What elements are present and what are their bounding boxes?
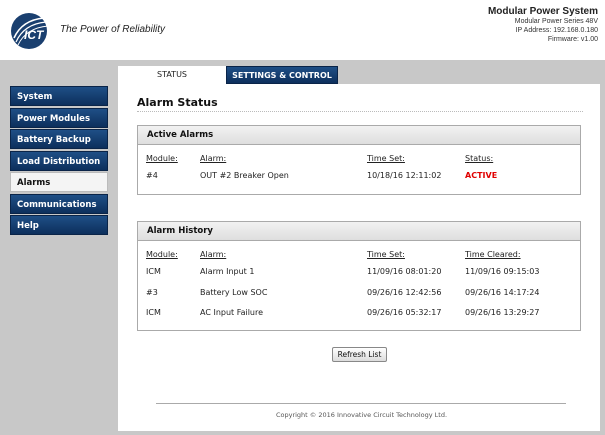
sidebar-item-communications[interactable]: Communications — [10, 193, 108, 214]
sidebar-item-battery-backup[interactable]: Battery Backup — [10, 129, 108, 149]
history-col-time-cleared: Time Cleared: — [465, 250, 521, 259]
history-row-time: 09/26/16 05:32:17 — [367, 308, 442, 317]
history-row-alarm: Battery Low SOC — [200, 288, 268, 297]
history-col-time-set: Time Set: — [367, 250, 405, 259]
history-row-module: ICM — [146, 308, 161, 317]
history-col-module: Module: — [146, 250, 178, 259]
tagline: The Power of Reliability — [60, 24, 166, 35]
ict-logo-icon: ICT — [11, 13, 49, 49]
status-badge: ACTIVE — [465, 171, 498, 180]
active-col-module: Module: — [146, 154, 178, 163]
history-row-module: #3 — [146, 288, 158, 297]
history-row-time: 09/26/16 12:42:56 — [367, 288, 442, 297]
sidebar-item-load-distribution[interactable]: Load Distribution — [10, 150, 108, 171]
sidebar-item-system[interactable]: System — [10, 86, 108, 106]
active-alarms-heading: Active Alarms — [138, 126, 580, 145]
sidebar-item-help[interactable]: Help — [10, 215, 108, 235]
history-row-module: ICM — [146, 267, 161, 276]
sidebar: System Power Modules Battery Backup Load… — [10, 86, 108, 237]
history-row-time: 11/09/16 08:01:20 — [367, 267, 442, 276]
active-col-status: Status: — [465, 154, 494, 163]
history-row-cleared: 09/26/16 13:29:27 — [465, 308, 540, 317]
active-row-time: 10/18/16 12:11:02 — [367, 171, 442, 180]
history-row-alarm: AC Input Failure — [200, 308, 264, 317]
page-header: ICT The Power of Reliability Modular Pow… — [0, 0, 605, 60]
history-row-alarm: Alarm Input 1 — [200, 267, 255, 276]
ip-address: IP Address: 192.168.0.180 — [515, 27, 598, 34]
copyright-text: Copyright © 2016 Innovative Circuit Tech… — [275, 411, 448, 419]
tab-settings-control[interactable]: SETTINGS & CONTROL — [226, 66, 338, 84]
history-row-cleared: 11/09/16 09:15:03 — [465, 267, 540, 276]
svg-text:ICT: ICT — [24, 28, 45, 42]
tab-status[interactable]: STATUS — [118, 66, 226, 84]
active-col-time-set: Time Set: — [367, 154, 405, 163]
sidebar-item-power-modules[interactable]: Power Modules — [10, 107, 108, 128]
active-col-alarm: Alarm: — [200, 154, 227, 163]
footer-divider — [156, 403, 566, 404]
system-info: Modular Power System Modular Power Serie… — [488, 6, 598, 44]
refresh-list-button[interactable]: Refresh List — [332, 347, 387, 362]
sidebar-item-alarms[interactable]: Alarms — [10, 172, 108, 192]
active-row-module: #4 — [146, 171, 158, 180]
history-row-cleared: 09/26/16 14:17:24 — [465, 288, 540, 297]
active-row-alarm: OUT #2 Breaker Open — [200, 171, 289, 180]
series-label: Modular Power Series 48V — [514, 18, 598, 25]
title-divider — [137, 111, 583, 112]
system-title: Modular Power System — [487, 6, 598, 17]
page-title: Alarm Status — [137, 96, 218, 109]
firmware-version: Firmware: v1.00 — [547, 36, 598, 43]
alarm-history-heading: Alarm History — [138, 222, 580, 241]
history-col-alarm: Alarm: — [200, 250, 227, 259]
